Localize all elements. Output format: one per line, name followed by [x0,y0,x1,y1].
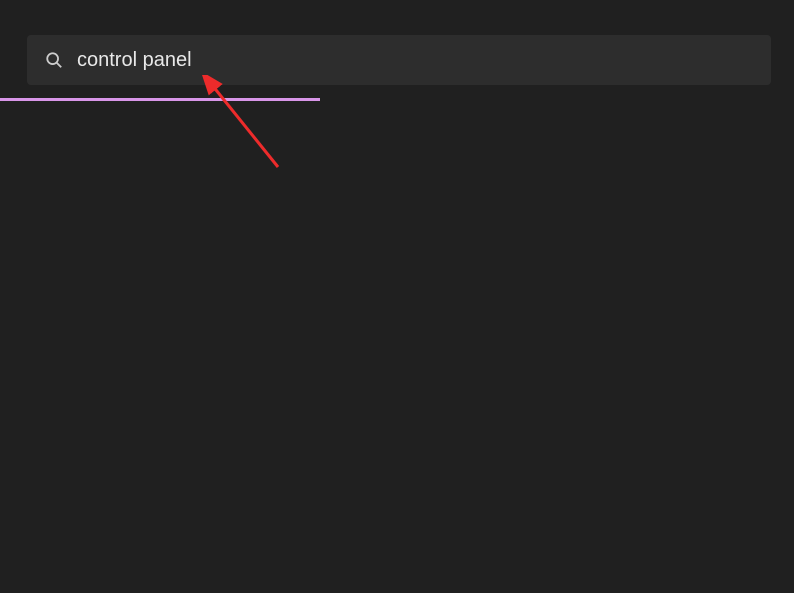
search-bar[interactable] [27,35,771,85]
loading-progress-bar [0,98,320,101]
search-icon [45,51,63,69]
annotation-arrow [200,75,290,175]
search-input[interactable] [77,49,753,72]
